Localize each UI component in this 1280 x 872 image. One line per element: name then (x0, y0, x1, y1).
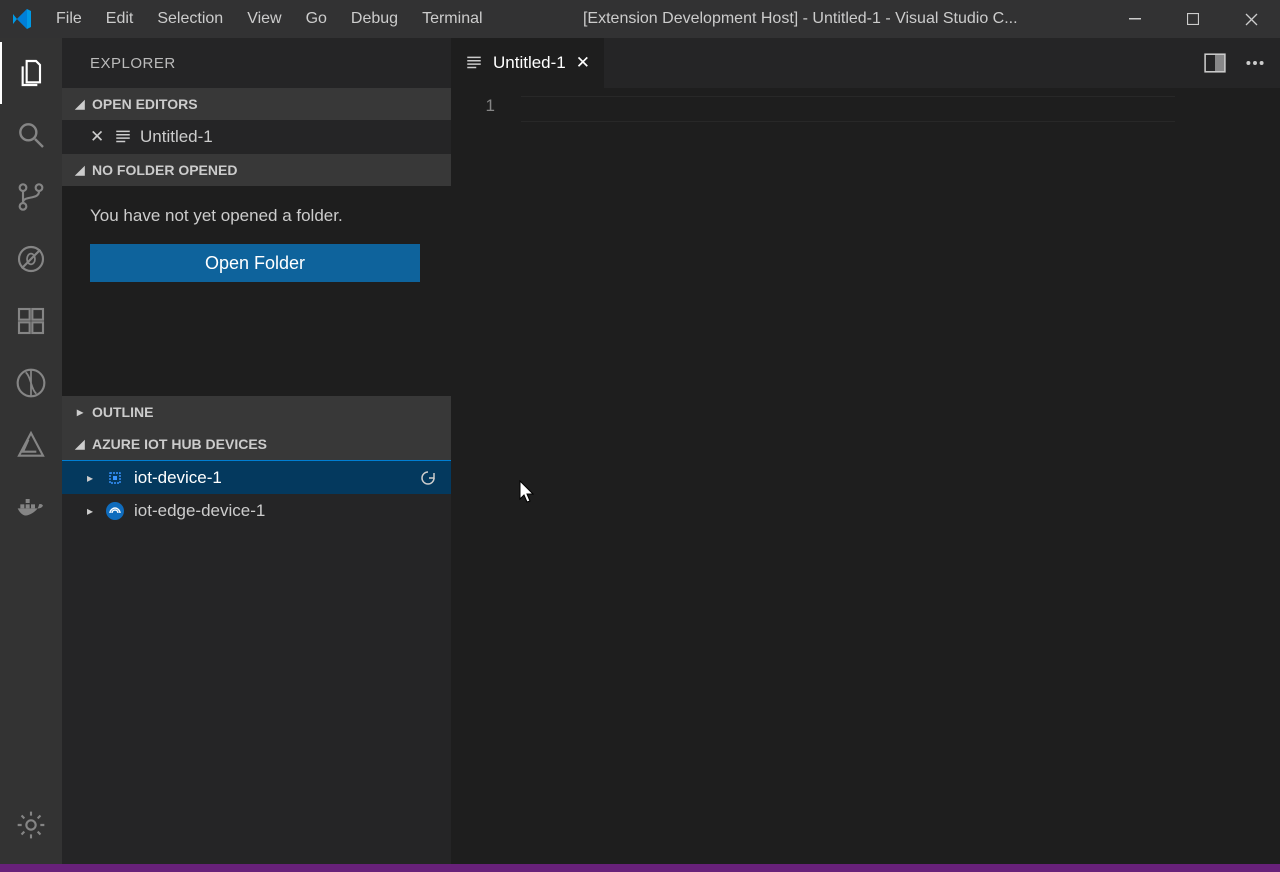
editor-group: Untitled-1 ✕ 1 (451, 38, 1280, 864)
files-icon (16, 57, 48, 89)
sidebar-title: EXPLORER (62, 38, 451, 88)
no-folder-message: You have not yet opened a folder. (90, 206, 423, 226)
activity-azure[interactable] (0, 414, 62, 476)
iot-devices-header[interactable]: ◢ AZURE IOT HUB DEVICES (62, 428, 451, 460)
activity-bar (0, 38, 62, 864)
no-folder-panel: You have not yet opened a folder. Open F… (62, 186, 451, 396)
iot-edge-device-item[interactable]: ▸ iot-edge-device-1 (62, 494, 451, 528)
code-area[interactable] (521, 88, 1280, 864)
editor-tabs: Untitled-1 ✕ (451, 38, 1280, 88)
vscode-icon (0, 0, 44, 38)
activity-settings[interactable] (0, 794, 62, 856)
chevron-right-icon: ▸ (84, 504, 96, 518)
menu-debug[interactable]: Debug (339, 0, 410, 38)
minimize-button[interactable] (1106, 0, 1164, 38)
close-icon[interactable]: ✕ (90, 127, 106, 147)
chevron-down-icon: ◢ (74, 97, 86, 111)
status-bar[interactable] (0, 864, 1280, 872)
menu-selection[interactable]: Selection (145, 0, 235, 38)
window-title: [Extension Development Host] - Untitled-… (495, 10, 1106, 28)
open-editors-label: OPEN EDITORS (92, 96, 198, 112)
device-name: iot-edge-device-1 (134, 501, 265, 521)
menu-view[interactable]: View (235, 0, 293, 38)
refresh-icon[interactable] (419, 469, 437, 487)
outline-label: OUTLINE (92, 404, 153, 420)
chevron-down-icon: ◢ (74, 163, 86, 177)
activity-extensions[interactable] (0, 290, 62, 352)
sourcegraph-icon (15, 367, 47, 399)
no-folder-label: NO FOLDER OPENED (92, 162, 237, 178)
azure-icon (15, 429, 47, 461)
no-folder-header[interactable]: ◢ NO FOLDER OPENED (62, 154, 451, 186)
activity-sourcegraph[interactable] (0, 352, 62, 414)
activity-explorer[interactable] (0, 42, 62, 104)
maximize-button[interactable] (1164, 0, 1222, 38)
outline-header[interactable]: ▸ OUTLINE (62, 396, 451, 428)
tab-close-icon[interactable]: ✕ (576, 53, 590, 73)
more-actions-icon[interactable] (1244, 52, 1266, 74)
open-editor-name: Untitled-1 (140, 127, 213, 147)
open-editor-item[interactable]: ✕ Untitled-1 (62, 120, 451, 154)
activity-debug[interactable] (0, 228, 62, 290)
menu-bar: File Edit Selection View Go Debug Termin… (44, 0, 495, 38)
activity-source-control[interactable] (0, 166, 62, 228)
titlebar: File Edit Selection View Go Debug Termin… (0, 0, 1280, 38)
bug-slash-icon (15, 243, 47, 275)
tab-label: Untitled-1 (493, 53, 566, 73)
chevron-down-icon: ◢ (74, 437, 86, 451)
activity-docker[interactable] (0, 476, 62, 538)
git-icon (15, 181, 47, 213)
docker-icon (15, 491, 47, 523)
split-editor-icon[interactable] (1204, 52, 1226, 74)
editor-body[interactable]: 1 (451, 88, 1280, 864)
window-controls (1106, 0, 1280, 38)
open-folder-button[interactable]: Open Folder (90, 244, 420, 282)
close-button[interactable] (1222, 0, 1280, 38)
iot-device-item[interactable]: ▸ iot-device-1 (62, 460, 451, 494)
line-gutter: 1 (451, 88, 521, 864)
search-icon (15, 119, 47, 151)
menu-go[interactable]: Go (294, 0, 339, 38)
menu-edit[interactable]: Edit (94, 0, 146, 38)
open-editors-header[interactable]: ◢ OPEN EDITORS (62, 88, 451, 120)
activity-search[interactable] (0, 104, 62, 166)
current-line-highlight (521, 96, 1175, 122)
chip-icon (104, 467, 126, 489)
chevron-right-icon: ▸ (74, 405, 86, 419)
file-icon (114, 128, 132, 146)
line-number: 1 (451, 96, 495, 116)
file-icon (465, 54, 483, 72)
sidebar: EXPLORER ◢ OPEN EDITORS ✕ Untitled-1 ◢ N… (62, 38, 451, 864)
gear-icon (15, 809, 47, 841)
menu-terminal[interactable]: Terminal (410, 0, 494, 38)
edge-device-icon (104, 500, 126, 522)
editor-tab[interactable]: Untitled-1 ✕ (451, 38, 604, 88)
chevron-right-icon: ▸ (84, 471, 96, 485)
menu-file[interactable]: File (44, 0, 94, 38)
extensions-icon (15, 305, 47, 337)
device-name: iot-device-1 (134, 468, 222, 488)
iot-devices-label: AZURE IOT HUB DEVICES (92, 436, 267, 452)
